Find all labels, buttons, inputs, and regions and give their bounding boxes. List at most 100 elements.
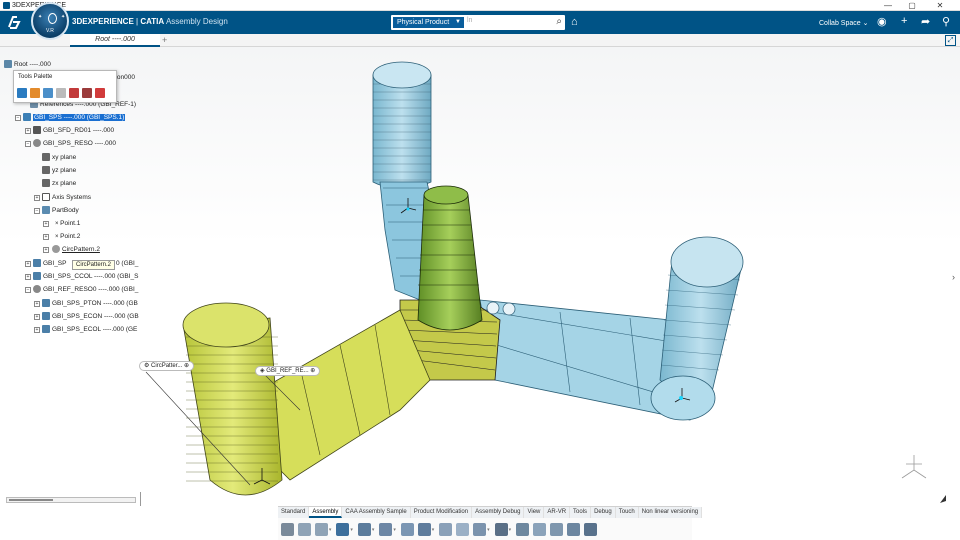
tree-node-ref-reso[interactable]: GBI_REF_RESO0 ----.000 (GBI_ (33, 284, 138, 295)
right-blue-cylinder[interactable] (650, 236, 744, 421)
graph-icon[interactable] (82, 88, 92, 98)
triad-icon[interactable] (583, 523, 597, 536)
tree-node-point2[interactable]: × Point.2 (55, 231, 80, 242)
replace-icon[interactable] (400, 523, 414, 536)
side-panel-handle[interactable]: › (952, 272, 960, 286)
section-tab-tools[interactable]: Tools (570, 507, 592, 518)
collapse-toggle[interactable]: − (34, 208, 40, 214)
tree-node-point1[interactable]: × Point.1 (55, 218, 80, 229)
tree-node-zx-plane[interactable]: zx plane (42, 178, 76, 189)
engineering-connection-icon[interactable] (417, 523, 431, 536)
paste-icon[interactable] (314, 523, 328, 536)
help-icon[interactable]: ⚲ (942, 15, 950, 28)
section-tab-view[interactable]: View (524, 507, 545, 518)
tree-node-gbi-sp[interactable]: GBI_SP (33, 258, 66, 269)
view-compass-icon[interactable] (901, 455, 927, 479)
explode-icon[interactable] (439, 523, 453, 536)
section-tab-standard[interactable]: Standard (278, 507, 310, 518)
tree-node-gbi-sps[interactable]: GBI_SPS ----.000 (GBI_SPS.1) (23, 112, 126, 123)
measure-icon[interactable] (516, 523, 530, 536)
tree-scrollbar[interactable] (6, 497, 136, 503)
collapse-toggle[interactable]: − (25, 141, 31, 147)
tag-icon[interactable]: ⌂ (571, 16, 578, 28)
expand-toggle[interactable]: + (43, 247, 49, 253)
share-icon[interactable]: ➦ (921, 15, 930, 28)
search-scope-dropdown[interactable]: Physical Product ▼ (393, 17, 464, 28)
tree-node-yz-plane[interactable]: yz plane (42, 165, 76, 176)
copy-icon[interactable] (43, 88, 53, 98)
maximize-view-icon[interactable]: ⤢ (945, 35, 956, 46)
assembly-model[interactable] (0, 47, 960, 540)
undo-icon[interactable] (336, 523, 350, 536)
minimize-button[interactable]: — (877, 0, 899, 11)
edit-icon[interactable] (56, 88, 66, 98)
tree-node-sfd[interactable]: GBI_SFD_RD01 ----.000 (33, 125, 114, 136)
snap-icon[interactable] (473, 523, 487, 536)
cursor-icon[interactable] (17, 88, 27, 98)
search-input[interactable]: ln (467, 17, 472, 24)
chevron-down-icon[interactable]: ▾ (432, 527, 435, 533)
tree-icon[interactable] (69, 88, 79, 98)
clash-icon[interactable] (533, 523, 546, 536)
upper-blue-cylinder[interactable] (372, 61, 432, 190)
chevron-down-icon[interactable]: ▾ (487, 527, 490, 533)
section-icon[interactable] (549, 523, 563, 536)
chevron-down-icon[interactable]: ▾ (329, 527, 332, 533)
tree-node-sps-ccol[interactable]: GBI_SPS_CCOL ----.000 (GBI_S (33, 271, 139, 282)
expand-toggle[interactable]: + (34, 314, 40, 320)
expand-toggle[interactable]: + (25, 128, 31, 134)
play-icon[interactable] (48, 13, 57, 24)
circpattern-label[interactable]: ⚙ CircPatter... ⊕ (139, 361, 195, 371)
fix-icon[interactable] (456, 523, 470, 536)
ds-logo-icon[interactable] (6, 14, 24, 31)
tree-node-root[interactable]: Root ----.000 (4, 59, 51, 70)
add-tab-button[interactable]: + (162, 34, 167, 47)
section-tab-caa-assembly-sample[interactable]: CAA Assembly Sample (342, 507, 411, 518)
copy-icon[interactable] (297, 523, 311, 536)
compass-quadrant-icon[interactable]: ✦ (61, 14, 65, 20)
folder-icon[interactable] (30, 88, 40, 98)
section-tab-non-linear-versioning[interactable]: Non linear versioning (638, 507, 703, 518)
cut-icon[interactable] (281, 523, 294, 536)
tree-node-xy-plane[interactable]: xy plane (42, 152, 76, 163)
section-tab-ar-vr[interactable]: AR-VR (544, 507, 571, 518)
collapse-toggle[interactable]: − (25, 287, 31, 293)
tree-node-axis-systems[interactable]: Axis Systems (42, 192, 91, 203)
expand-toggle[interactable]: + (43, 221, 49, 227)
3d-viewport[interactable]: › (0, 47, 960, 540)
close-button[interactable]: ✕ (929, 0, 951, 11)
add-icon[interactable]: + (901, 15, 907, 27)
search-icon[interactable]: ⌕ (556, 16, 562, 27)
green-cone[interactable] (417, 185, 483, 331)
section-tab-product-modification[interactable]: Product Modification (410, 507, 473, 518)
tools-palette[interactable]: Tools Palette (13, 70, 117, 103)
delete-icon[interactable] (95, 88, 105, 98)
section-tab-debug[interactable]: Debug (591, 507, 616, 518)
tree-node-sps-reso[interactable]: GBI_SPS_RESO ----.000 (33, 138, 116, 149)
expand-toggle[interactable]: + (34, 301, 40, 307)
chevron-down-icon[interactable]: ▾ (372, 527, 375, 533)
axis-icon[interactable] (494, 523, 508, 536)
tree-node-partbody[interactable]: PartBody (42, 205, 79, 216)
maximize-button[interactable]: ▢ (901, 0, 923, 11)
tree-node-econ[interactable]: GBI_SPS_ECON ----.000 (GB (42, 311, 139, 322)
expand-toggle[interactable]: + (25, 274, 31, 280)
user-avatar-icon[interactable]: ◉ (877, 15, 887, 28)
tree-node-pton[interactable]: GBI_SPS_PTON ----.000 (GB (42, 298, 138, 309)
collapse-toggle[interactable]: − (15, 115, 21, 121)
expand-toggle[interactable]: + (25, 261, 31, 267)
gbi-ref-label[interactable]: ◈ GBI_REF_RE... ⊕ (255, 366, 321, 376)
refresh-icon[interactable] (357, 523, 371, 536)
chevron-down-icon[interactable]: ▾ (509, 527, 512, 533)
compass-quadrant-icon[interactable]: ✦ (38, 14, 42, 20)
expand-toggle[interactable]: + (34, 327, 40, 333)
insert-product-icon[interactable] (379, 523, 393, 536)
section-tab-assembly[interactable]: Assembly (309, 507, 343, 518)
publish-icon[interactable] (566, 523, 580, 536)
tree-node-circpattern[interactable]: CircPattern.2 (52, 244, 100, 255)
tab-root[interactable]: Root ----.000 (70, 34, 160, 47)
tree-node-ecol[interactable]: GBI_SPS_ECOL ----.000 (GE (42, 324, 137, 335)
section-tab-assembly-debug[interactable]: Assembly Debug (472, 507, 525, 518)
collab-space-dropdown[interactable]: Collab Space ⌄ (819, 19, 868, 27)
expand-toggle[interactable]: + (43, 234, 49, 240)
